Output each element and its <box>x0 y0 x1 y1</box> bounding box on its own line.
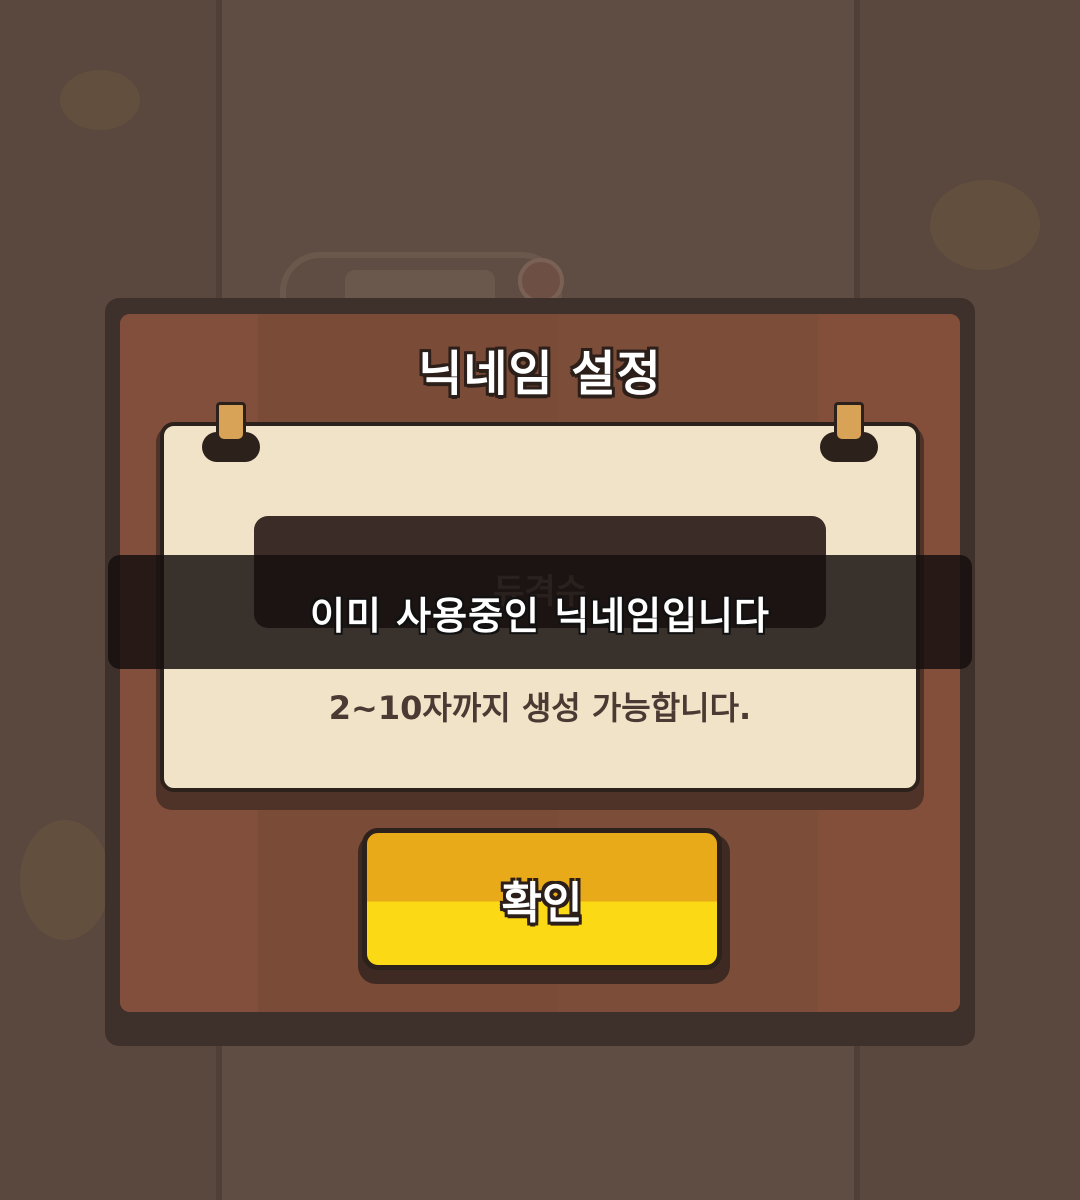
confirm-button[interactable]: 확인 <box>362 828 722 970</box>
background-decoration <box>20 820 110 940</box>
toast-message: 이미 사용중인 닉네임입니다 <box>108 555 972 669</box>
dialog-title: 닉네임 설정 <box>418 346 662 402</box>
pin-icon <box>216 402 246 442</box>
background-decoration <box>60 70 140 130</box>
pin-icon <box>834 402 864 442</box>
nickname-hint: 2~10자까지 생성 가능합니다. <box>328 689 752 727</box>
toast-text: 이미 사용중인 닉네임입니다 <box>310 593 770 638</box>
background-decoration <box>930 180 1040 270</box>
confirm-button-label: 확인 <box>501 878 583 929</box>
